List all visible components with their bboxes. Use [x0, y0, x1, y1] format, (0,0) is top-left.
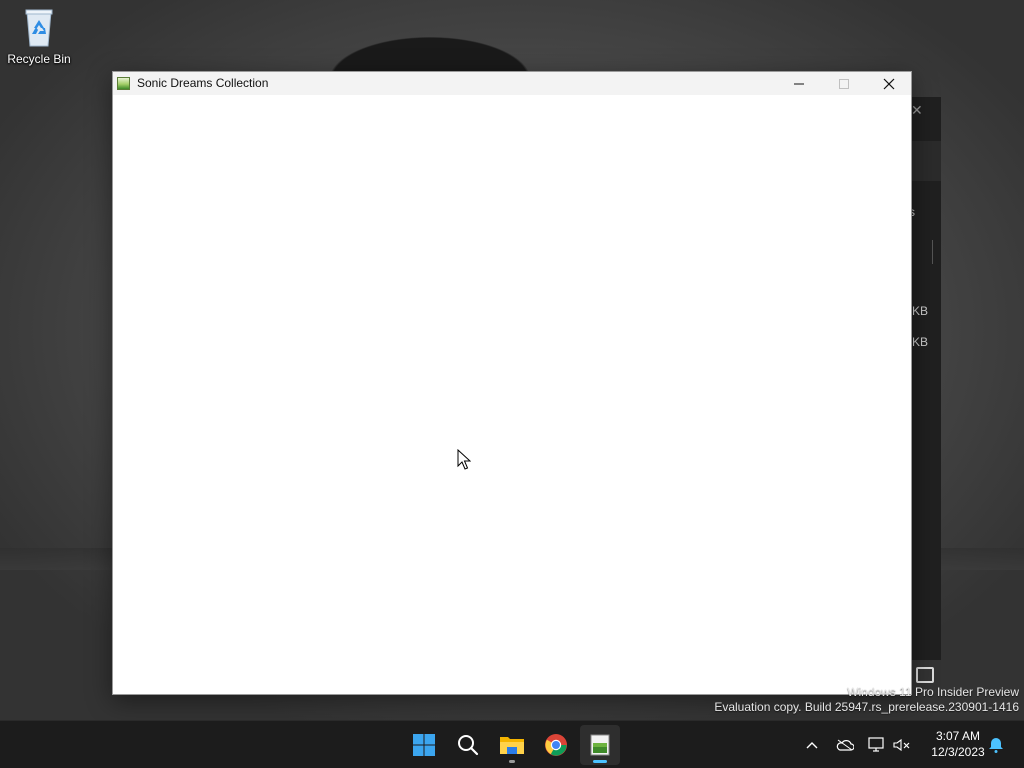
- network-button[interactable]: [867, 735, 887, 755]
- taskbar: 3:07 AM 12/3/2023: [0, 720, 1024, 768]
- windows-logo-icon: [413, 734, 435, 756]
- show-hidden-icons-button[interactable]: [802, 735, 822, 755]
- window-content-area[interactable]: [113, 95, 911, 694]
- notification-bell-icon: [989, 738, 1003, 753]
- watermark-build: Evaluation copy. Build 25947.rs_prerelea…: [714, 700, 1019, 714]
- evaluation-watermark: Windows 11 Pro Insider Preview Evaluatio…: [714, 685, 1019, 715]
- app-icon: [590, 734, 610, 756]
- file-explorer-button[interactable]: [492, 725, 532, 765]
- close-icon: [883, 78, 894, 89]
- column-divider: [932, 240, 933, 264]
- maximize-icon: [838, 78, 849, 89]
- start-button[interactable]: [404, 725, 444, 765]
- onedrive-button[interactable]: [835, 735, 855, 755]
- active-indicator: [593, 760, 607, 763]
- window-title: Sonic Dreams Collection: [137, 76, 269, 90]
- folder-icon: [500, 737, 524, 754]
- sonic-dreams-taskbar-button[interactable]: [580, 725, 620, 765]
- network-icon: [868, 737, 884, 752]
- file-size-text: KB: [912, 335, 929, 349]
- running-indicator: [509, 760, 515, 763]
- volume-button[interactable]: [892, 735, 912, 755]
- volume-muted-icon: [893, 738, 910, 752]
- minimize-icon: [793, 83, 804, 84]
- search-icon: [458, 735, 479, 756]
- recycle-bin-icon: [21, 6, 57, 48]
- maximize-button[interactable]: [821, 72, 866, 95]
- minimize-button[interactable]: [776, 72, 821, 95]
- file-size-text: KB: [912, 304, 929, 318]
- close-button[interactable]: [866, 72, 911, 95]
- chrome-button[interactable]: [536, 725, 576, 765]
- desktop-icon-recycle-bin[interactable]: Recycle Bin: [4, 4, 74, 76]
- recycle-bin-label: Recycle Bin: [7, 52, 71, 66]
- chevron-up-icon: [806, 742, 818, 749]
- app-icon: [117, 77, 130, 90]
- background-window-close-icon[interactable]: ✕: [911, 103, 923, 119]
- watermark-edition: Windows 11 Pro Insider Preview: [847, 685, 1019, 699]
- mouse-cursor-icon: [457, 449, 471, 470]
- view-toggle-icon[interactable]: [916, 667, 934, 683]
- onedrive-icon: [836, 739, 854, 751]
- app-window: Sonic Dreams Collection: [112, 71, 912, 695]
- chrome-icon: [545, 734, 567, 756]
- notifications-button[interactable]: [986, 735, 1006, 755]
- search-button[interactable]: [448, 725, 488, 765]
- title-bar[interactable]: Sonic Dreams Collection: [113, 72, 911, 95]
